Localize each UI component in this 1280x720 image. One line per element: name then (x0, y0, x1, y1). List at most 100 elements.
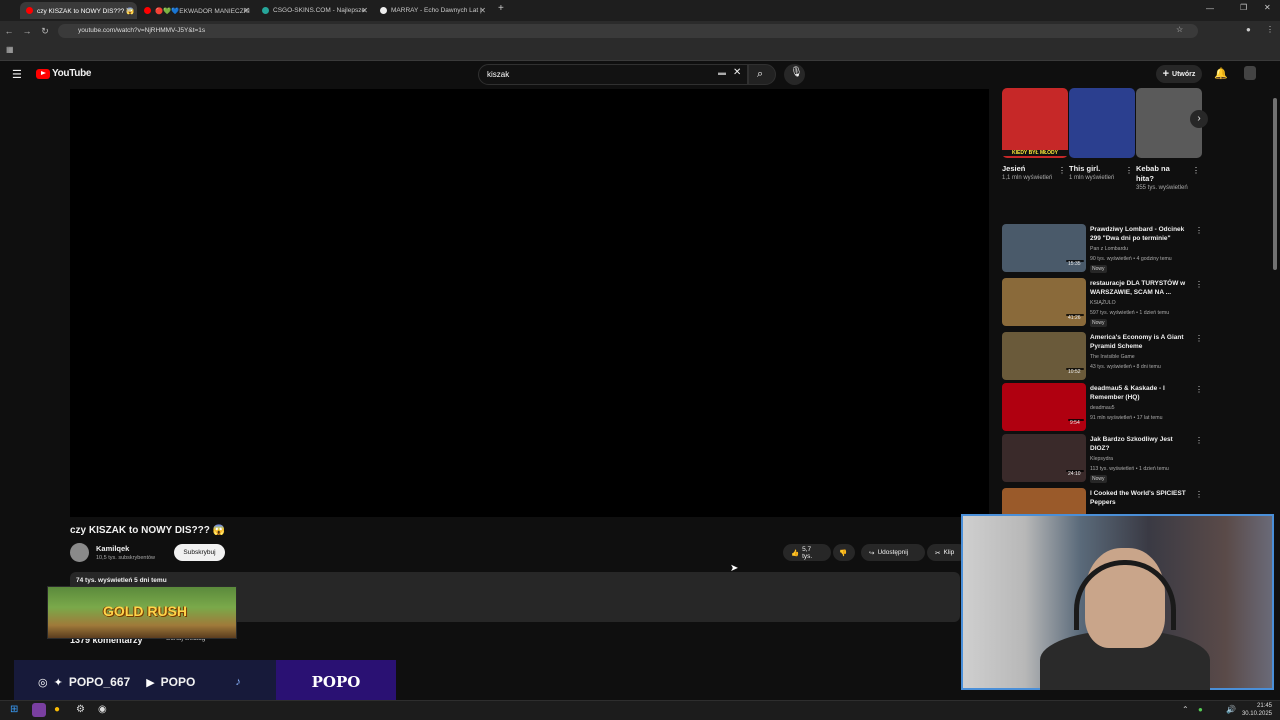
url-input[interactable]: youtube.com/watch?v=NjRHMMV-J5Y&t=1s (58, 24, 1198, 38)
suggested-meta: 43 tys. wyświetleń • 8 dni temu (1090, 364, 1161, 370)
suggested-channel[interactable]: deadmau5 (1090, 405, 1115, 411)
short-title: Jesień (1002, 164, 1026, 173)
close-window-icon[interactable]: ✕ (1264, 3, 1271, 12)
short-thumb-caption: KIEDY BYŁ MŁODY (1002, 150, 1068, 156)
more-options-icon[interactable]: ⋮ (1195, 334, 1203, 343)
close-tab-icon[interactable]: ✕ (125, 6, 132, 15)
bookmark-star-icon[interactable]: ☆ (1176, 25, 1183, 34)
suggested-meta: 113 tys. wyświetleń • 1 dzień temu (1090, 466, 1169, 472)
address-toolbar: ← → ↻ youtube.com/watch?v=NjRHMMV-J5Y&t=… (0, 21, 1280, 41)
search-button[interactable]: ⌕ (748, 64, 776, 85)
more-options-icon[interactable]: ⋮ (1195, 436, 1203, 445)
instagram-icon: ◎ (38, 676, 48, 689)
thumbs-down-icon: 👎 (839, 549, 848, 557)
tab-label: CSGO-SKINS.COM - Najlepsze (273, 7, 366, 14)
back-icon[interactable]: ← (0, 26, 18, 36)
brand-box: POPO (276, 660, 396, 704)
new-badge: Nowy (1090, 265, 1107, 273)
tab-active[interactable]: czy KISZAK to NOWY DIS??? 😱 ✕ (20, 2, 137, 19)
tab-4[interactable]: MARRAY - Echo Dawnych Lat | ✕ (374, 2, 491, 19)
suggested-channel[interactable]: The Invisible Game (1090, 354, 1135, 360)
tray-mic-icon[interactable]: ● (1198, 705, 1203, 714)
short-item[interactable]: KIEDY BYŁ MŁODY Jesień 1,1 mln wyświetle… (1002, 88, 1068, 183)
tab-label: 🔴💚💙EKWADOR MANIECZKI (155, 7, 250, 15)
social-overlay: ◎ ✦ POPO_667 ▶ POPO ♪ (14, 660, 276, 704)
more-options-icon[interactable]: ⋮ (1058, 166, 1066, 175)
youtube-favicon-icon (144, 7, 151, 14)
hamburger-menu-icon[interactable]: ☰ (12, 68, 22, 81)
more-options-icon[interactable]: ⋮ (1125, 166, 1133, 175)
clear-search-icon[interactable]: ✕ (733, 67, 741, 78)
create-button[interactable]: + Utwórz (1156, 65, 1202, 83)
menu-dots-icon[interactable]: ⋮ (1266, 25, 1274, 34)
site-favicon-icon (262, 7, 269, 14)
reload-icon[interactable]: ↻ (36, 26, 54, 37)
tab-2[interactable]: 🔴💚💙EKWADOR MANIECZKI ✕ (138, 2, 255, 19)
more-options-icon[interactable]: ⋮ (1192, 166, 1200, 175)
video-duration: 9:54 (1068, 419, 1084, 426)
share-button[interactable]: ↪ Udostępnij (861, 544, 925, 561)
apps-grid-icon[interactable]: ▦ (6, 45, 14, 54)
short-thumbnail[interactable] (1069, 88, 1135, 158)
short-item[interactable]: This girl. 1 mln wyświetleń ⋮ (1069, 88, 1135, 183)
taskbar-app-icon[interactable]: ◉ (98, 704, 107, 715)
notifications-bell-icon[interactable]: 🔔 (1214, 67, 1228, 80)
account-avatar[interactable] (1244, 66, 1256, 80)
dislike-button[interactable]: 👎 (833, 544, 855, 561)
short-title: Kebab na hita? (1136, 164, 1170, 183)
new-tab-icon[interactable]: + (498, 3, 504, 14)
voice-search-button[interactable]: 🎙 (784, 64, 805, 85)
keyboard-icon[interactable]: ▬ (718, 68, 726, 77)
video-player[interactable] (70, 89, 989, 517)
channel-subscribers: 10,5 tys. subskrybentów (96, 555, 156, 561)
chrome-icon[interactable]: ● (54, 704, 60, 715)
close-tab-icon[interactable]: ✕ (479, 6, 486, 15)
plus-icon: + (1162, 68, 1170, 80)
channel-avatar[interactable] (70, 543, 89, 562)
volume-icon[interactable]: 🔊 (1226, 705, 1236, 714)
like-button[interactable]: 👍 5,7 tys. (783, 544, 831, 561)
minimize-icon[interactable]: — (1206, 4, 1214, 13)
yt-handle: POPO (160, 675, 196, 689)
tray-chevron-icon[interactable]: ⌃ (1182, 705, 1189, 714)
shorts-next-icon[interactable]: › (1190, 110, 1208, 128)
suggested-channel[interactable]: KSIĄŻULO (1090, 300, 1116, 306)
close-tab-icon[interactable]: ✕ (361, 6, 368, 15)
youtube-play-icon (36, 68, 50, 79)
windows-taskbar: ⊞ ● ⚙ ◉ ⌃ ● 🔊 21:45 30.10.2025 (0, 700, 1280, 720)
more-options-icon[interactable]: ⋮ (1195, 280, 1203, 289)
profile-icon[interactable]: ● (1246, 25, 1251, 34)
suggested-video[interactable]: I Cooked the World's SPICIEST Peppers ⋮ (1002, 488, 1202, 514)
subscribe-button[interactable]: Subskrybuj (174, 544, 225, 561)
short-meta: 1,1 mln wyświetleń (1002, 175, 1053, 181)
taskbar-app-icon[interactable]: ⚙ (76, 704, 85, 715)
browser-tab-bar: czy KISZAK to NOWY DIS??? 😱 ✕ 🔴💚💙EKWADOR … (0, 0, 1280, 21)
suggested-thumbnail[interactable] (1002, 488, 1086, 514)
social-handle: POPO_667 (68, 675, 131, 689)
channel-name[interactable]: Kamilqek (96, 544, 129, 553)
scissors-icon: ✂ (935, 549, 941, 557)
tray-clock[interactable]: 21:45 30.10.2025 (1240, 702, 1272, 718)
more-options-icon[interactable]: ⋮ (1195, 226, 1203, 235)
start-icon[interactable]: ⊞ (10, 704, 18, 715)
suggested-channel[interactable]: Pan z Lombardu (1090, 246, 1128, 252)
forward-icon[interactable]: → (18, 26, 36, 36)
suggested-channel[interactable]: Klepsydra (1090, 456, 1113, 462)
more-options-icon[interactable]: ⋮ (1195, 385, 1203, 394)
video-duration: 15:35 (1066, 260, 1084, 267)
taskbar-app-icon[interactable] (32, 703, 46, 717)
video-duration: 10:52 (1066, 368, 1084, 375)
close-tab-icon[interactable]: ✕ (243, 6, 250, 15)
more-options-icon[interactable]: ⋮ (1195, 490, 1202, 499)
tray-time: 21:45 (1256, 703, 1272, 709)
short-item[interactable]: Kebab na hita? 355 tys. wyświetleń ⋮ (1136, 88, 1202, 193)
short-thumbnail[interactable]: KIEDY BYŁ MŁODY (1002, 88, 1068, 158)
youtube-logo[interactable]: YouTube (36, 68, 92, 79)
thumbs-up-icon: 👍 (791, 549, 800, 557)
page-scrollbar[interactable] (1273, 98, 1277, 270)
tab-3[interactable]: CSGO-SKINS.COM - Najlepsze ✕ (256, 2, 373, 19)
short-meta: 355 tys. wyświetleń (1136, 185, 1188, 191)
suggested-meta: 91 mln wyświetleń • 17 lat temu (1090, 415, 1163, 421)
maximize-icon[interactable]: ❐ (1240, 3, 1247, 12)
search-input[interactable]: kiszak (478, 64, 748, 85)
